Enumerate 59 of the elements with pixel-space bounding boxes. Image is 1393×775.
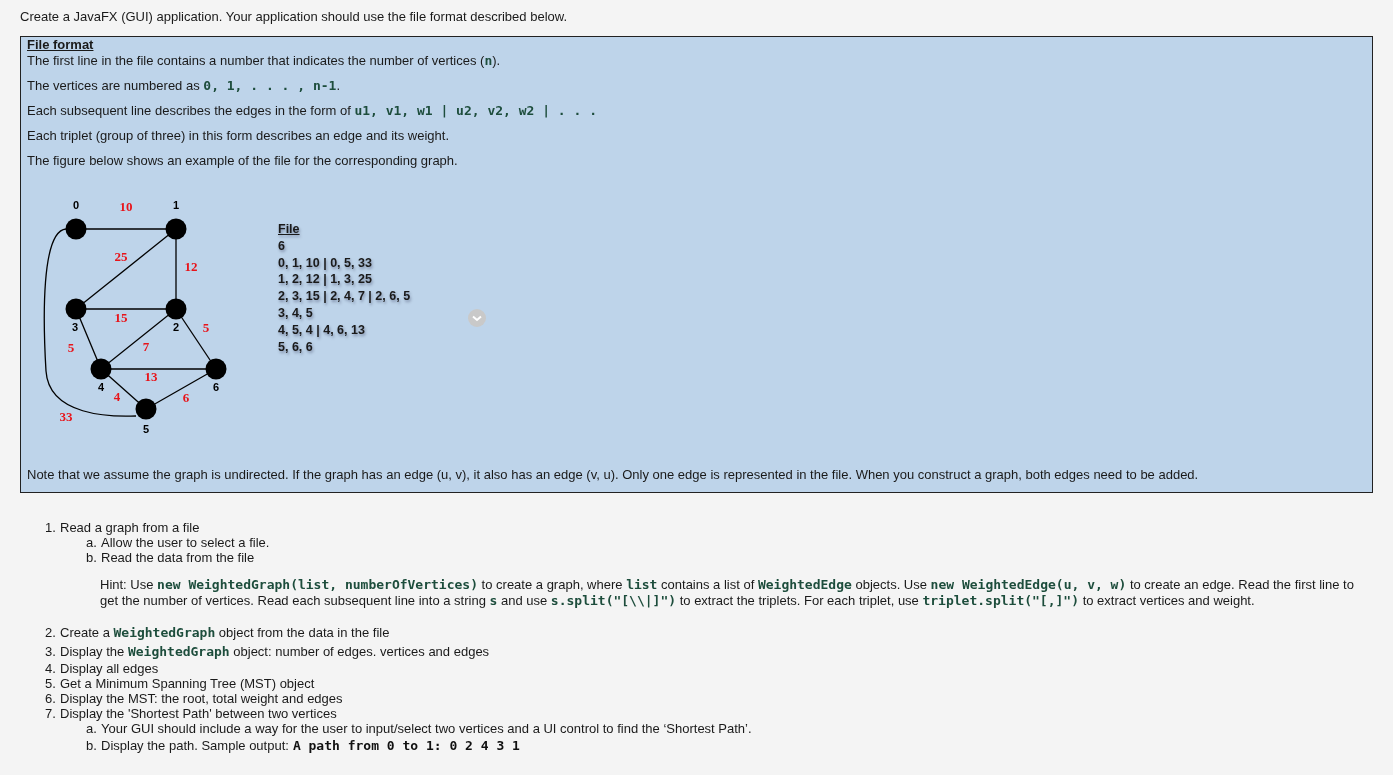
subtask-text: Display the path. Sample output:: [101, 737, 289, 755]
weight-label: 7: [142, 339, 150, 354]
vertex-dot: [165, 298, 187, 320]
weight-label: 25: [114, 249, 128, 264]
sample-output: A path from 0 to 1: 0 2 4 3 1: [292, 737, 520, 755]
weight-label: 6: [182, 390, 190, 405]
subtask-text: Your GUI should include a way for the user to input/select two vertices and a UI control to find the ‘Shortest Path’.: [101, 721, 752, 736]
task-text: Create a WeightedGraph object from the data in the file: [60, 624, 390, 642]
list-number: 2.: [45, 624, 57, 642]
hint-text: Hint: Use new WeightedGraph(list, numberOfVertices) to create a graph, where list contains a list of WeightedEdge objects. Use new WeightedEdge(u, v, w) to create an edge. Read the first line to get the number of vertices. Read each subsequent line into a string s and use s.split("[\\|]") to extract the triplets. For each triplet, use triplet.split("[,]") to extract vertices and weight.: [100, 577, 1355, 609]
intro-text: Create a JavaFX (GUI) application. Your application should use the file format described below.: [20, 9, 569, 24]
list-number: 1.: [45, 520, 57, 535]
list-number: 7.: [45, 706, 57, 721]
task-text: Display the WeightedGraph object: number of edges. vertices and edges: [60, 643, 490, 661]
list-letter: b.: [86, 550, 98, 565]
list-number: 4.: [45, 661, 57, 676]
vertex-label: 3: [71, 321, 79, 333]
task-text: Display all edges: [60, 661, 159, 676]
list-letter: a.: [86, 535, 98, 550]
task-text: Get a Minimum Spanning Tree (MST) object: [60, 676, 315, 691]
weight-label: 10: [119, 199, 133, 214]
weight-label: 15: [114, 310, 128, 325]
weight-label: 12: [184, 259, 198, 274]
list-number: 6.: [45, 691, 57, 706]
task-text: Read a graph from a file: [60, 520, 200, 535]
paragraph: The vertices are numbered as 0, 1, . . . , n-1.: [27, 77, 341, 94]
vertex-dot: [65, 218, 87, 240]
weight-label: 33: [59, 409, 73, 424]
weight-label: 5: [67, 340, 75, 355]
weight-label: 5: [202, 320, 210, 335]
vertex-label: 4: [97, 381, 105, 393]
paragraph: Each subsequent line describes the edges in the form of u1, v1, w1 | u2, v2, w2 | . . .: [27, 102, 598, 119]
list-letter: b.: [86, 737, 98, 755]
vertex-dot: [65, 298, 87, 320]
vertex-dot: [135, 398, 157, 420]
vertex-label: 5: [142, 423, 150, 435]
file-listing: File 6 0, 1, 10 | 0, 5, 33 1, 2, 12 | 1, 3, 25 2, 3, 15 | 2, 4, 7 | 2, 6, 5 3, 4, 5 4, 5, 4 | 4, 6, 13 5, 6, 6: [278, 221, 412, 356]
paragraph: Each triplet (group of three) in this form describes an edge and its weight.: [27, 127, 450, 144]
subtask-text: Allow the user to select a file.: [101, 535, 270, 550]
vertex-dot: [205, 358, 227, 380]
weight-label: 4: [113, 389, 121, 404]
paragraph: The first line in the file contains a number that indicates the number of vertices (n).: [27, 52, 502, 69]
vertex-label: 1: [172, 199, 180, 211]
subtask-text: Read the data from the file: [101, 550, 255, 565]
vertex-label: 2: [172, 321, 180, 333]
list-letter: a.: [86, 721, 98, 736]
vertex-dot: [90, 358, 112, 380]
panel-heading: File format: [27, 38, 95, 52]
vertex-label: 6: [212, 381, 220, 393]
task-text: Display the MST: the root, total weight and edges: [60, 691, 343, 706]
list-number: 3.: [45, 643, 57, 661]
weight-label: 13: [144, 369, 158, 384]
chevron-down-icon[interactable]: [468, 309, 486, 327]
vertex-dot: [165, 218, 187, 240]
paragraph: The figure below shows an example of the file for the corresponding graph.: [27, 152, 459, 169]
note-text: Note that we assume the graph is undirected. If the graph has an edge (u, v), it also has an edge (v, u). Only one edge is represented in the file. When you construct a graph, both edges need to be added.: [27, 467, 1200, 482]
vertex-label: 0: [72, 199, 80, 211]
task-text: Display the 'Shortest Path' between two vertices: [60, 706, 337, 721]
list-number: 5.: [45, 676, 57, 691]
